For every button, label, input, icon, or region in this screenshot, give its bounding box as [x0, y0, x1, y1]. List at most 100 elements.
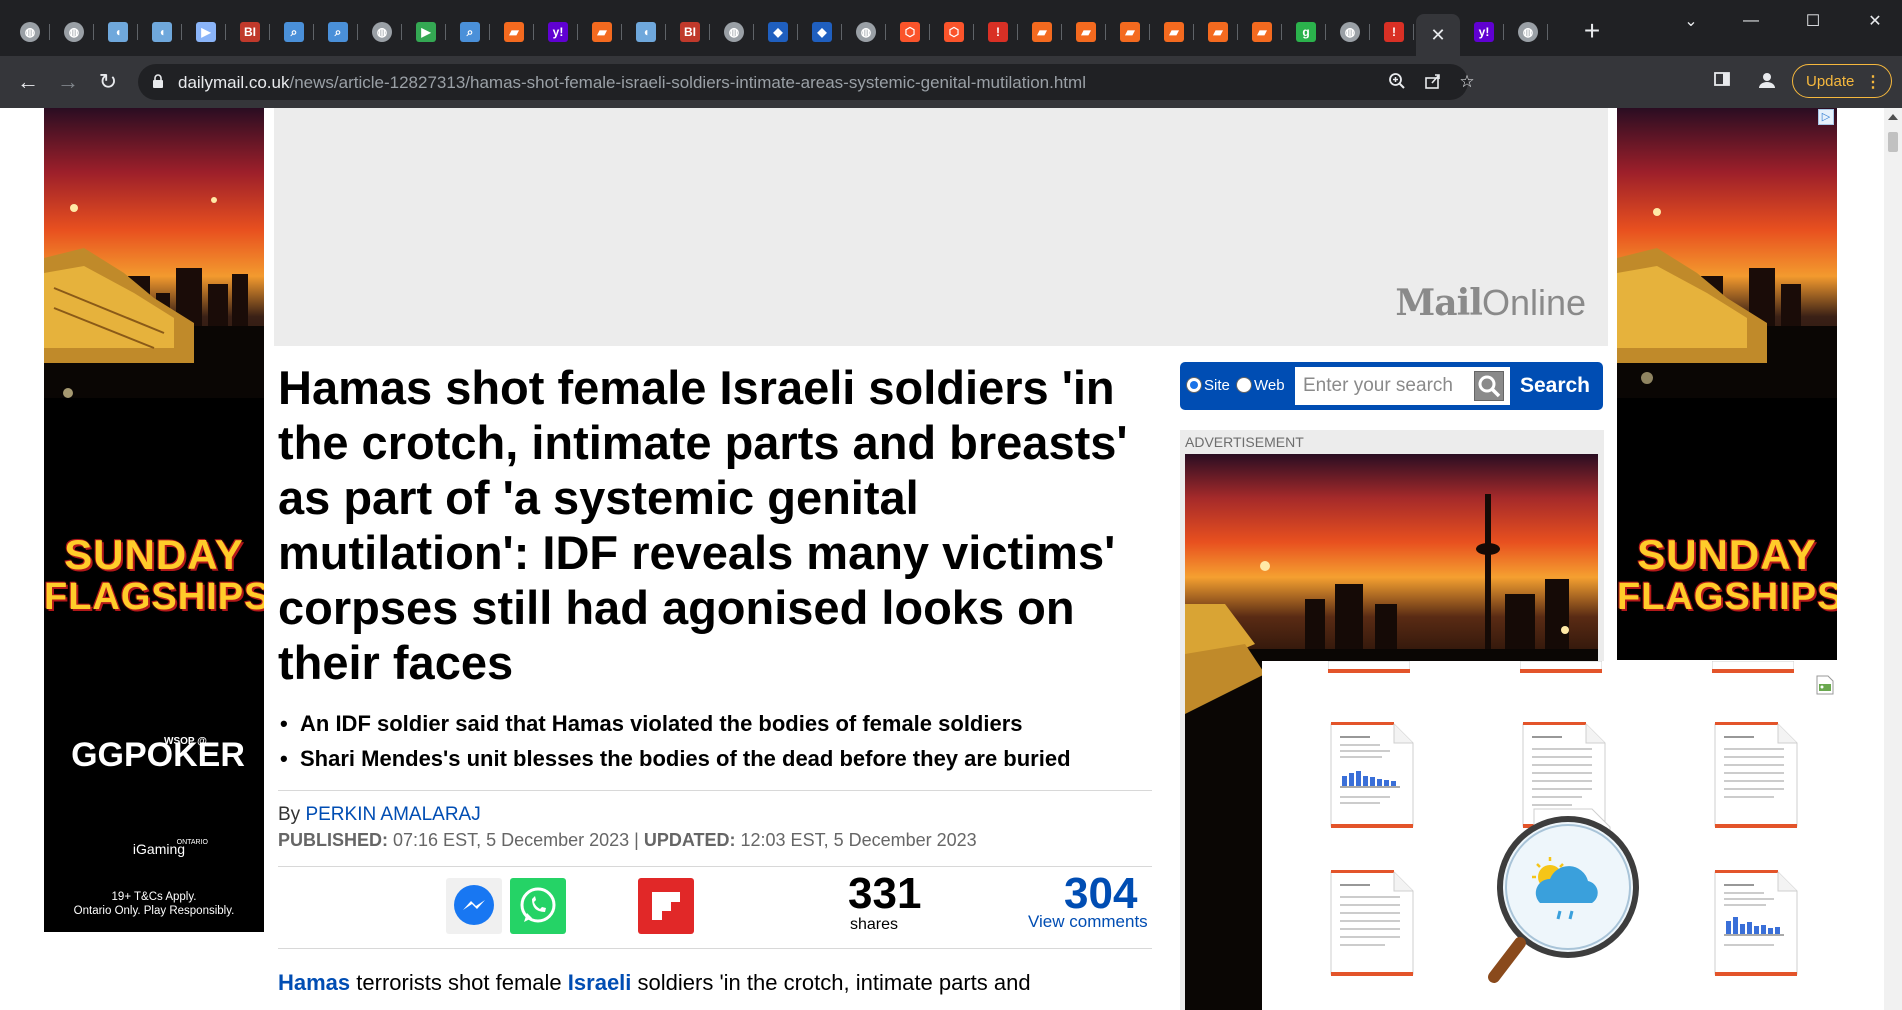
tab[interactable]: ◖	[142, 14, 182, 50]
left-skyscraper-ad[interactable]: SUNDAY FLAGSHIPS GGPOKER WSOP @ iGaming ON…	[44, 108, 264, 932]
tab[interactable]: ◆	[758, 14, 798, 50]
sky-title-right-line1: SUNDAY	[1637, 531, 1817, 578]
tab[interactable]: ⌕	[318, 14, 358, 50]
view-comments-link[interactable]: View comments	[1028, 912, 1148, 932]
profile-avatar-icon[interactable]	[1755, 70, 1779, 94]
right-skyscraper-ad[interactable]: SUNDAY FLAGSHIPS	[1617, 108, 1837, 660]
tab[interactable]: ⌕	[450, 14, 490, 50]
close-window-button[interactable]: ✕	[1852, 6, 1898, 36]
tab[interactable]: ▰	[494, 14, 534, 50]
tab[interactable]: ◍	[714, 14, 754, 50]
radio-site[interactable]: Site	[1186, 374, 1230, 396]
forward-button[interactable]: →	[52, 66, 84, 98]
page-scrollbar[interactable]	[1884, 108, 1902, 1010]
tab[interactable]: ⬡	[934, 14, 974, 50]
tab[interactable]: y!	[1464, 14, 1504, 50]
tab[interactable]: ▰	[1242, 14, 1282, 50]
tab-search-icon[interactable]: ⌄	[1668, 6, 1714, 36]
radio-web-dot[interactable]	[1236, 377, 1252, 393]
share-count-label: shares	[850, 916, 899, 933]
sky-title-line2: FLAGSHIPS	[44, 576, 264, 618]
search-button[interactable]: Search	[1512, 368, 1598, 404]
tab[interactable]: ⬡	[890, 14, 930, 50]
tab-separator	[1325, 24, 1326, 40]
back-button[interactable]: ←	[12, 66, 44, 98]
tab[interactable]: g	[1286, 14, 1326, 50]
close-icon[interactable]: ✕	[1428, 25, 1448, 45]
hamas-link[interactable]: Hamas	[278, 970, 350, 995]
tab[interactable]: ◍	[1330, 14, 1370, 50]
radio-site-dot[interactable]	[1186, 377, 1202, 393]
tab[interactable]: ◍	[362, 14, 402, 50]
tab[interactable]: ◆	[802, 14, 842, 50]
address-bar[interactable]: dailymail.co.uk/news/article-12827313/ha…	[138, 64, 1475, 100]
tab-separator	[797, 24, 798, 40]
lock-icon[interactable]	[152, 74, 164, 88]
tab[interactable]: BI	[670, 14, 710, 50]
messenger-share-button[interactable]	[446, 878, 502, 934]
tab[interactable]: ▰	[1066, 14, 1106, 50]
body-text: soldiers 'in the crotch, intimate parts …	[631, 970, 1031, 995]
tab[interactable]: ◍	[54, 14, 94, 50]
tab-separator	[929, 24, 930, 40]
menu-dots-icon[interactable]: ⋮	[1865, 72, 1881, 92]
text-document-icon	[1330, 870, 1414, 976]
scroll-up-icon[interactable]	[1888, 114, 1898, 120]
tab-separator	[1369, 24, 1370, 40]
tab[interactable]: !	[978, 14, 1018, 50]
tab[interactable]: ▶	[186, 14, 226, 50]
tab[interactable]: !	[1374, 14, 1414, 50]
ad-terms: 19+ T&Cs Apply. Ontario Only. Play Respon…	[44, 890, 264, 918]
scroll-thumb[interactable]	[1888, 132, 1898, 152]
update-button[interactable]: Update ⋮	[1792, 64, 1892, 98]
maximize-button[interactable]: ☐	[1790, 6, 1836, 36]
bookmark-star-icon[interactable]: ☆	[1456, 72, 1478, 94]
search-icon[interactable]	[1474, 371, 1504, 401]
new-tab-button[interactable]: +	[1578, 17, 1606, 46]
text-document-icon	[1714, 722, 1798, 828]
author-link[interactable]: PERKIN AMALARAJ	[305, 804, 480, 825]
tab[interactable]: ▰	[1154, 14, 1194, 50]
tab[interactable]: ◍	[1508, 14, 1548, 50]
tab-active[interactable]: ✕	[1416, 14, 1460, 56]
side-panel-icon[interactable]	[1710, 70, 1734, 94]
alert-icon: !	[1384, 22, 1404, 42]
tab[interactable]: ◍	[846, 14, 886, 50]
tab-separator	[1105, 24, 1106, 40]
tab[interactable]: ▰	[1110, 14, 1150, 50]
document-icon-partial	[1328, 661, 1410, 673]
bookmark-icon: ▰	[1208, 22, 1228, 42]
tab[interactable]: ◍	[10, 14, 50, 50]
tab[interactable]: ◖	[626, 14, 666, 50]
url-text[interactable]: dailymail.co.uk/news/article-12827313/ha…	[178, 73, 1086, 93]
radio-web[interactable]: Web	[1236, 374, 1285, 396]
tab[interactable]: BI	[230, 14, 270, 50]
comment-count[interactable]: 304	[1064, 870, 1137, 918]
leaderboard-ad[interactable]: MailOnline	[274, 108, 1608, 346]
zoom-icon[interactable]	[1386, 72, 1408, 94]
broken-image-icon	[1816, 675, 1834, 695]
ad-terms-line1: 19+ T&Cs Apply.	[111, 891, 197, 903]
updated-value: 12:03 EST, 5 December 2023	[735, 830, 977, 850]
site-search: Site Web Search	[1180, 362, 1603, 410]
tab[interactable]: ▶	[406, 14, 446, 50]
flipboard-share-button[interactable]	[638, 878, 694, 934]
reload-button[interactable]: ↻	[92, 66, 124, 98]
adchoices-icon[interactable]: ▷	[1818, 109, 1834, 125]
brave-icon: ⬡	[944, 22, 964, 42]
share-icon[interactable]	[1422, 72, 1444, 94]
tab[interactable]: ▰	[1198, 14, 1238, 50]
tab[interactable]: ⌕	[274, 14, 314, 50]
tab-separator	[1193, 24, 1194, 40]
play-icon: ▶	[416, 22, 436, 42]
tab[interactable]: ▰	[582, 14, 622, 50]
publish-dates: PUBLISHED: 07:16 EST, 5 December 2023 | …	[278, 830, 977, 851]
tab[interactable]: ◖	[98, 14, 138, 50]
minimize-button[interactable]: —	[1728, 6, 1774, 36]
update-label: Update	[1806, 72, 1855, 90]
israeli-link[interactable]: Israeli	[568, 970, 632, 995]
tab-separator	[401, 24, 402, 40]
whatsapp-share-button[interactable]	[510, 878, 566, 934]
tab[interactable]: y!	[538, 14, 578, 50]
tab[interactable]: ▰	[1022, 14, 1062, 50]
